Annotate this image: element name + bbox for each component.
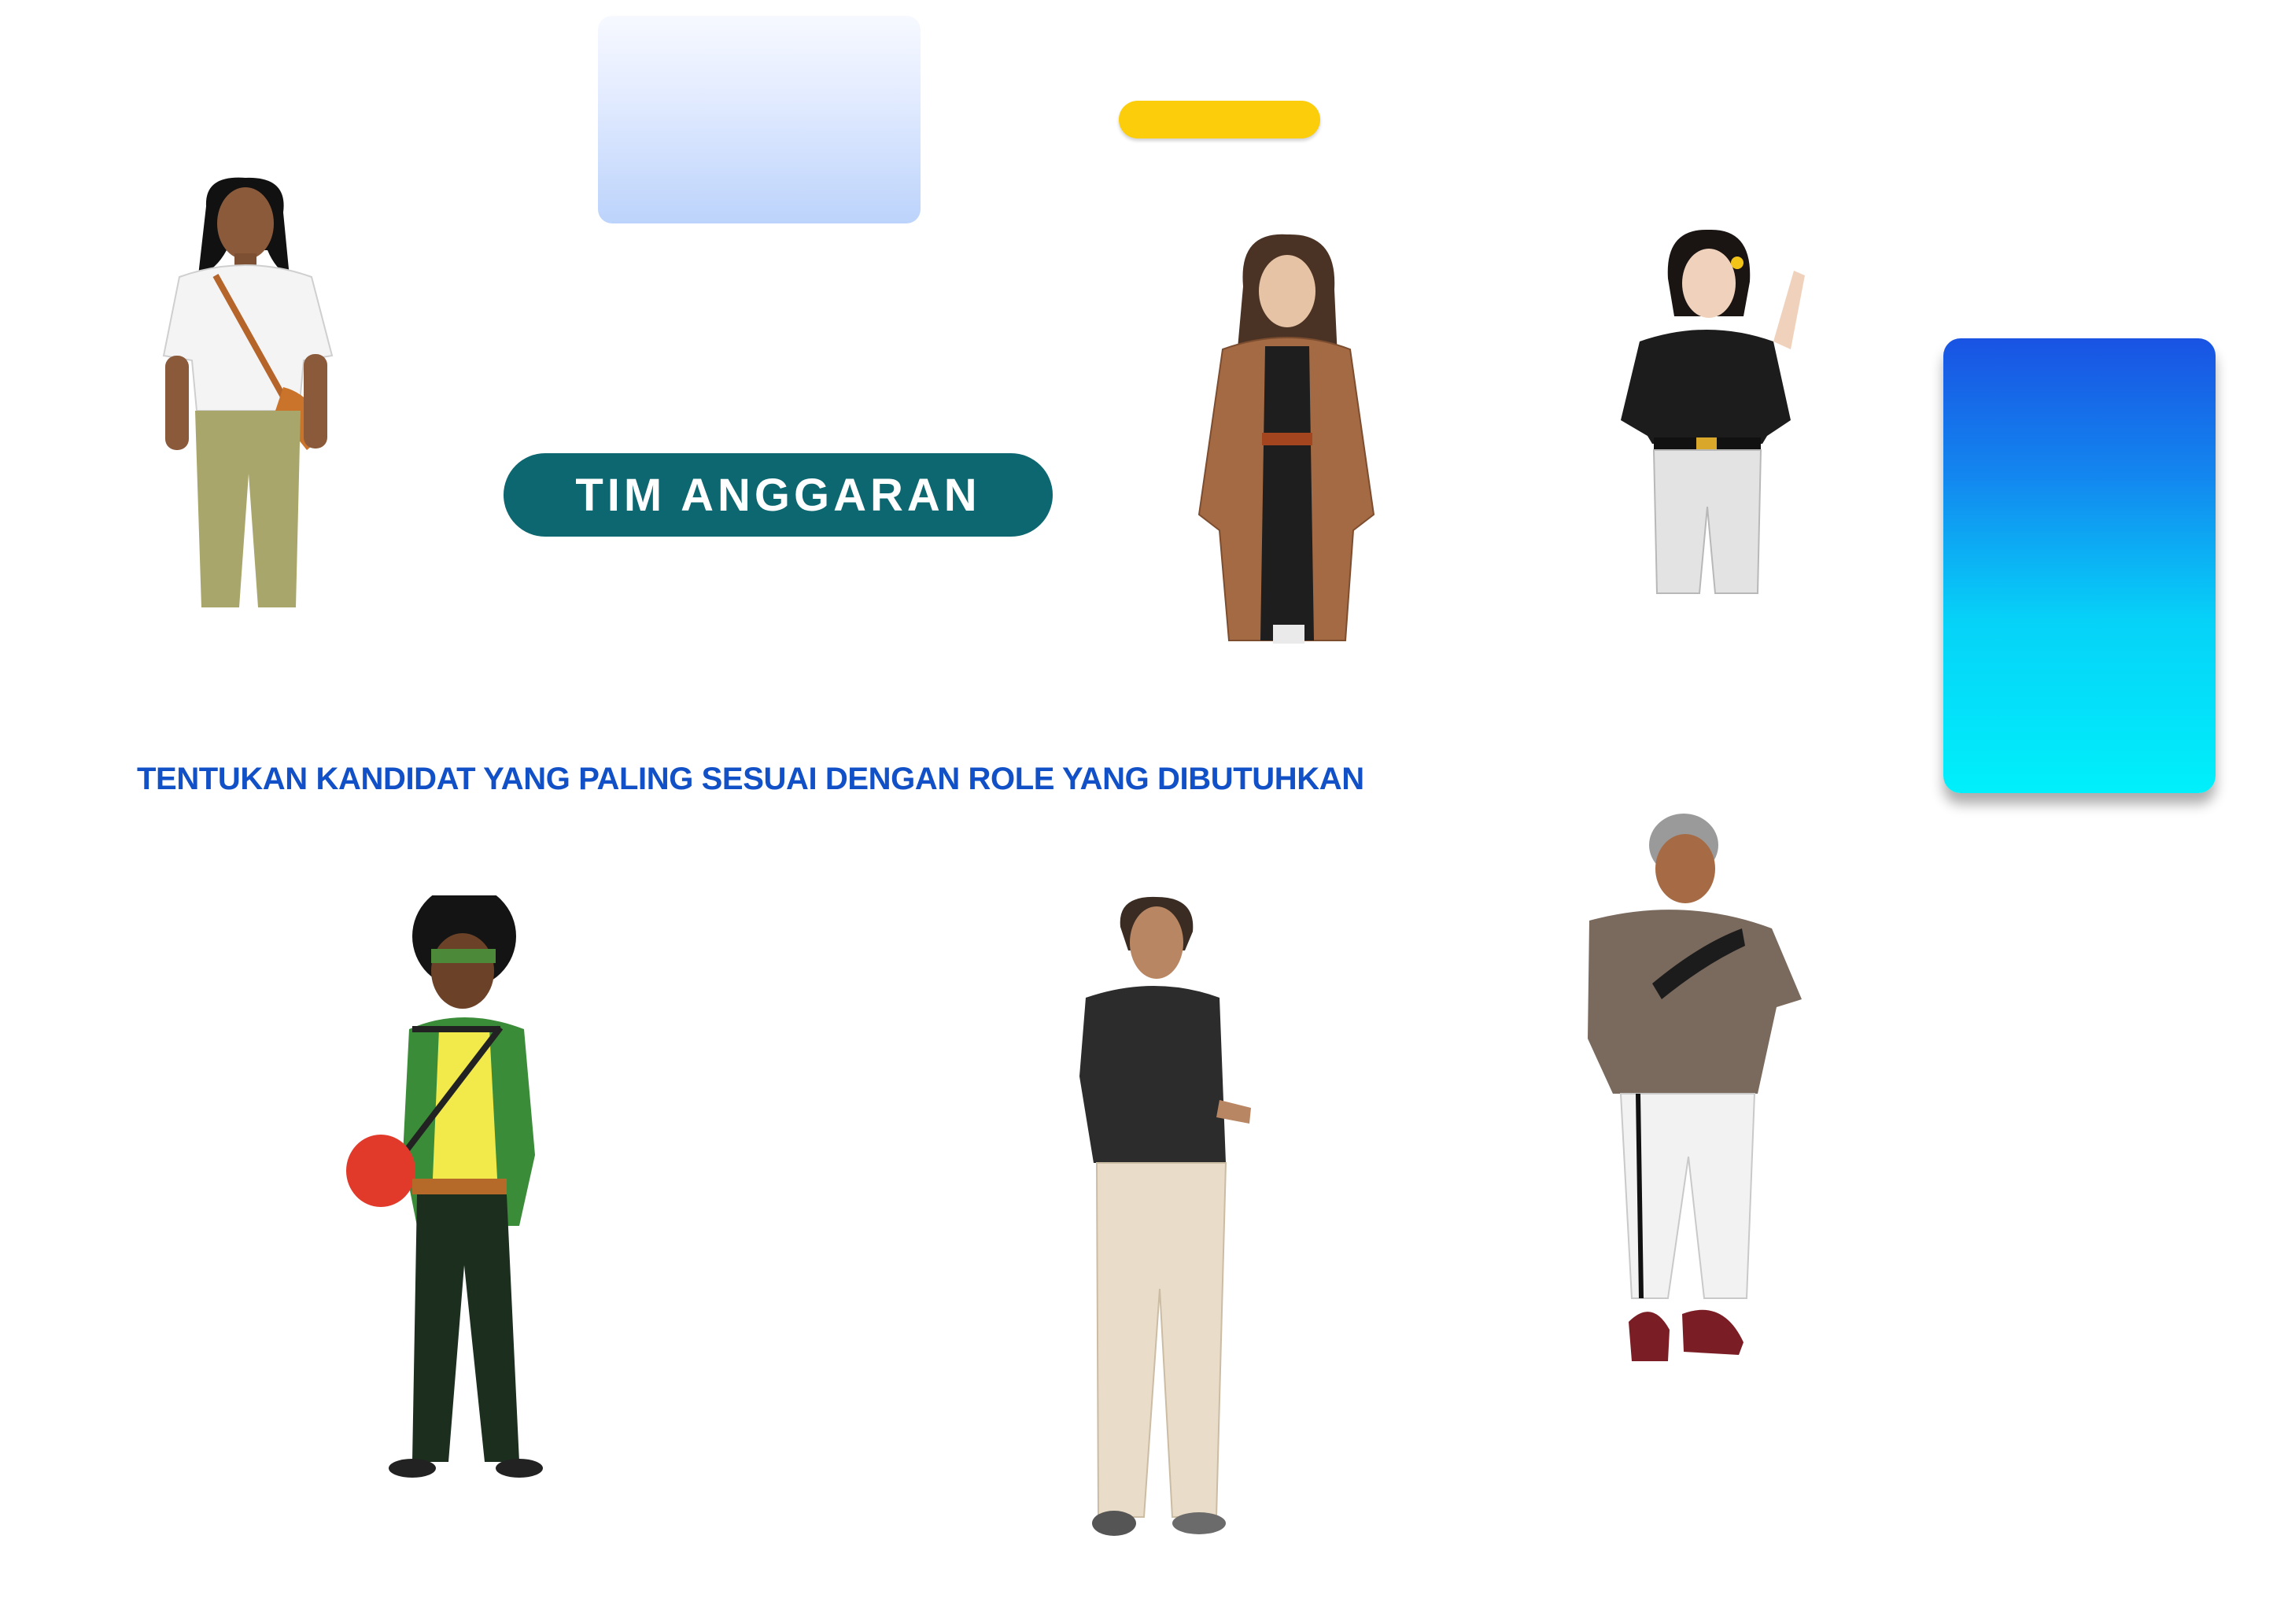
candidate-afro-green-jacket[interactable] <box>346 895 559 1486</box>
candidate-brown-coat-woman[interactable] <box>1188 231 1385 650</box>
candidate-figure-icon <box>346 895 543 1478</box>
yellow-progress-bar <box>1119 101 1320 138</box>
candidate-dark-shirt-man[interactable] <box>1062 895 1259 1548</box>
team-label-badge: TIM ANGGARAN <box>504 453 1053 537</box>
light-blue-panel <box>598 16 921 223</box>
candidate-figure-icon <box>1079 896 1251 1536</box>
candidate-figure-icon <box>1588 814 1802 1361</box>
candidate-figure-icon <box>1621 229 1805 594</box>
candidate-long-hair-white-shirt[interactable] <box>157 175 346 615</box>
instruction-text: TENTUKAN KANDIDAT YANG PALING SESUAI DEN… <box>137 762 1364 796</box>
team-label-text: TIM ANGGARAN <box>575 469 981 521</box>
blue-drop-zone-panel[interactable] <box>1943 338 2216 793</box>
candidate-figure-icon <box>162 177 334 607</box>
candidate-figure-icon <box>1197 234 1375 644</box>
candidate-black-blouse-woman[interactable] <box>1605 223 1810 601</box>
candidate-grey-sweater-man[interactable] <box>1566 810 1810 1385</box>
